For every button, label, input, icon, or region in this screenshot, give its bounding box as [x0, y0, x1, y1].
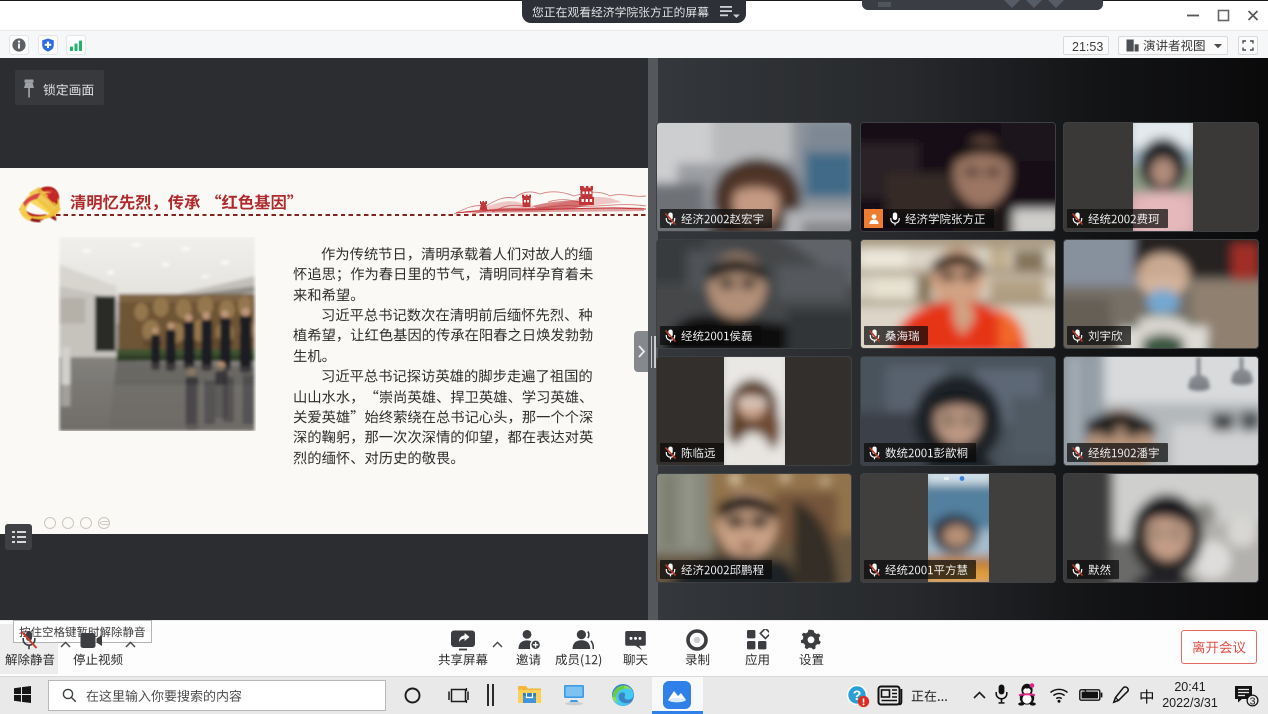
svg-text:3: 3	[1250, 695, 1256, 707]
